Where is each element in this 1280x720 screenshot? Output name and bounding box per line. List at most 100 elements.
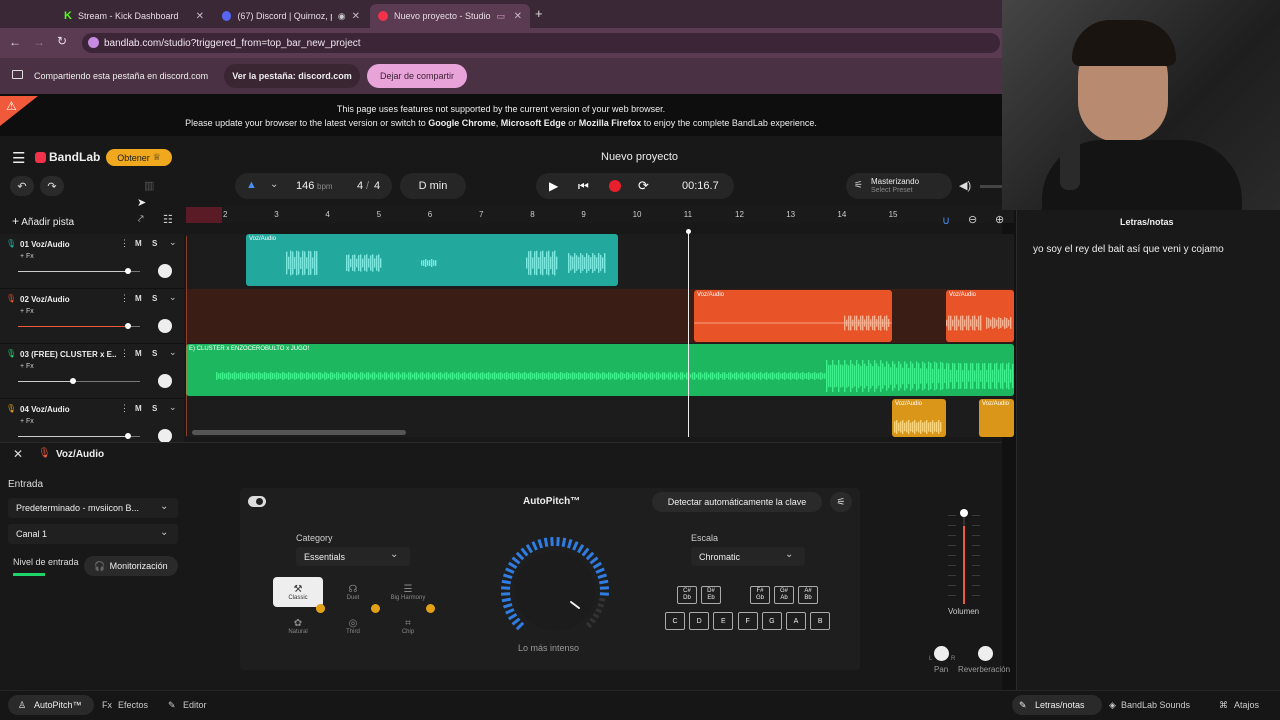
clip-voz-01[interactable]: Voz/Audio (246, 234, 618, 286)
track-name[interactable]: 01 Voz/Audio (20, 240, 116, 249)
playhead-handle[interactable] (686, 229, 691, 234)
metronome-icon[interactable]: ▲ (246, 179, 257, 191)
mode-classic[interactable]: ⚒ Classic (273, 577, 323, 607)
clip-voz-04a[interactable]: Voz/Audio (892, 399, 946, 437)
clip-voz-02a[interactable]: Voz/Audio (694, 290, 892, 342)
chevron-down-icon[interactable]: ⌄ (169, 237, 177, 248)
channel-select[interactable]: Canal 1 ⌄ (8, 524, 178, 544)
loop-region[interactable] (186, 207, 222, 223)
more-options-icon[interactable]: ⋮ (120, 293, 129, 304)
solo-button[interactable]: S (152, 349, 157, 358)
site-info-icon[interactable] (88, 37, 99, 48)
close-icon[interactable]: ✕ (514, 11, 522, 22)
intensity-dial[interactable] (495, 534, 615, 644)
volume-slider-thumb[interactable] (124, 323, 131, 329)
track-header-4[interactable]: 🎙 04 Voz/Audio ⋮ M S ⌄ + Fx (0, 399, 184, 447)
chevron-down-icon[interactable]: ⌄ (169, 402, 177, 413)
volume-slider-thumb[interactable] (124, 268, 131, 274)
clip-beat-03[interactable]: E) CLUSTER x ENZOCEROBULTO x JUGO! (186, 344, 1014, 396)
pan-knob[interactable] (158, 319, 172, 333)
key-c[interactable]: C (665, 612, 685, 630)
track-header-1[interactable]: 🎙 01 Voz/Audio ⋮ M S ⌄ + Fx (0, 234, 184, 289)
mode-big-harmony[interactable]: ☰ Big Harmony (383, 577, 433, 607)
bandlab-logo[interactable]: BandLab (35, 150, 100, 164)
key-d[interactable]: D (689, 612, 710, 630)
pan-knob[interactable] (158, 264, 172, 278)
timeline-scrollbar[interactable] (192, 430, 406, 435)
url-field[interactable]: bandlab.com/studio?triggered_from=top_ba… (82, 33, 1000, 53)
clip-voz-04b[interactable]: Voz/Audio (979, 399, 1014, 437)
category-select[interactable]: Essentials ⌄ (296, 547, 410, 566)
key-g-sharp[interactable]: G# Ab (774, 586, 794, 604)
add-fx-button[interactable]: + Fx (20, 253, 34, 260)
chevron-down-icon[interactable]: ⌄ (169, 292, 177, 303)
key-g[interactable]: G (761, 612, 782, 630)
key-b[interactable]: B (810, 612, 831, 630)
more-options-icon[interactable]: ⋮ (120, 348, 129, 359)
view-tab-button[interactable]: Ver la pestaña: discord.com (224, 64, 360, 88)
mute-button[interactable]: M (135, 239, 142, 248)
more-options-icon[interactable]: ⋮ (120, 403, 129, 414)
close-icon[interactable]: ✕ (196, 11, 204, 22)
timeline-ruler[interactable]: 2 3 4 5 6 7 8 9 10 11 12 13 14 15 (186, 207, 1014, 223)
mute-button[interactable]: M (135, 294, 142, 303)
mode-natural[interactable]: ✿ Natural (273, 611, 323, 641)
firefox-link[interactable]: Mozilla Firefox (579, 118, 642, 128)
input-device-select[interactable]: Predeterminado - mvsiicon B... ⌄ (8, 498, 178, 518)
redo-button[interactable]: ↷ (40, 176, 64, 196)
notes-textarea[interactable]: yo soy el rey del bait así que veni y co… (1033, 244, 1224, 255)
browser-tab-bandlab[interactable]: Nuevo proyecto - Studio ▭ ✕ (370, 4, 530, 28)
add-fx-button[interactable]: + Fx (20, 418, 34, 425)
chevron-down-icon[interactable]: ⌄ (169, 347, 177, 358)
browser-tab-discord[interactable]: (67) Discord | Quirnoz, pe ◉ ✕ (214, 4, 368, 28)
mode-third[interactable]: ◎ Third (328, 611, 378, 641)
key-c-sharp[interactable]: C# Db (677, 586, 697, 604)
track-name[interactable]: 03 (FREE) CLUSTER x E... (20, 350, 116, 359)
snap-magnet-icon[interactable]: ∪ (942, 214, 950, 227)
master-volume-slider[interactable] (980, 185, 1002, 188)
solo-button[interactable]: S (152, 294, 157, 303)
track-header-2[interactable]: 🎙 02 Voz/Audio ⋮ M S ⌄ + Fx (0, 289, 184, 344)
mode-chip[interactable]: ⌗ Chip (383, 611, 433, 641)
add-track-button[interactable]: + Añadir pista (12, 214, 74, 228)
tab-editor[interactable]: Editor (183, 700, 207, 710)
autopitch-toggle[interactable] (248, 496, 266, 507)
monitoring-button[interactable]: 🎧 Monitorización (84, 556, 178, 576)
add-fx-button[interactable]: + Fx (20, 363, 34, 370)
pan-knob[interactable] (158, 374, 172, 388)
piano-icon[interactable]: ▥ (144, 179, 154, 192)
settings-sliders-button[interactable]: ⚟ (830, 492, 852, 512)
key-a-sharp[interactable]: A# Bb (798, 586, 818, 604)
record-icon[interactable] (609, 180, 621, 192)
add-fx-button[interactable]: + Fx (20, 308, 34, 315)
browser-tab-kick[interactable]: K Stream - Kick Dashboard ✕ (56, 4, 212, 28)
time-signature-bottom[interactable]: 4 (374, 180, 380, 192)
zoom-in-icon[interactable]: ⊕ (995, 213, 1004, 226)
key-selector[interactable]: D min (400, 173, 466, 199)
solo-button[interactable]: S (152, 404, 157, 413)
tab-effects[interactable]: Efectos (118, 700, 148, 710)
playhead[interactable] (688, 230, 689, 437)
back-icon[interactable]: ← (9, 35, 21, 49)
close-panel-icon[interactable]: ✕ (13, 447, 23, 461)
auto-detect-key-button[interactable]: Detectar automáticamente la clave (652, 492, 822, 512)
mastering-button[interactable]: ⚟ Masterizando Select Preset (846, 173, 952, 199)
tempo-value[interactable]: 146 (296, 180, 314, 192)
volume-slider-thumb[interactable] (69, 378, 76, 384)
warning-icon[interactable]: ⚠ (6, 99, 17, 113)
reverb-knob[interactable] (978, 646, 993, 661)
undo-button[interactable]: ↶ (10, 176, 34, 196)
loop-icon[interactable]: ⟳ (638, 178, 649, 194)
key-f-sharp[interactable]: F# Gb (750, 586, 770, 604)
time-signature-top[interactable]: 4 (357, 180, 363, 192)
key-e[interactable]: E (713, 612, 734, 630)
skip-back-icon[interactable]: ⏮ (578, 179, 589, 194)
volume-slider-thumb[interactable] (124, 433, 131, 439)
key-f[interactable]: F (737, 612, 758, 630)
play-icon[interactable]: ▶ (549, 179, 558, 193)
reload-icon[interactable]: ↻ (57, 34, 67, 48)
chrome-link[interactable]: Google Chrome (428, 118, 496, 128)
track-name[interactable]: 04 Voz/Audio (20, 405, 116, 414)
stop-sharing-button[interactable]: Dejar de compartir (367, 64, 467, 88)
mode-duet[interactable]: ☊ Duet (328, 577, 378, 607)
